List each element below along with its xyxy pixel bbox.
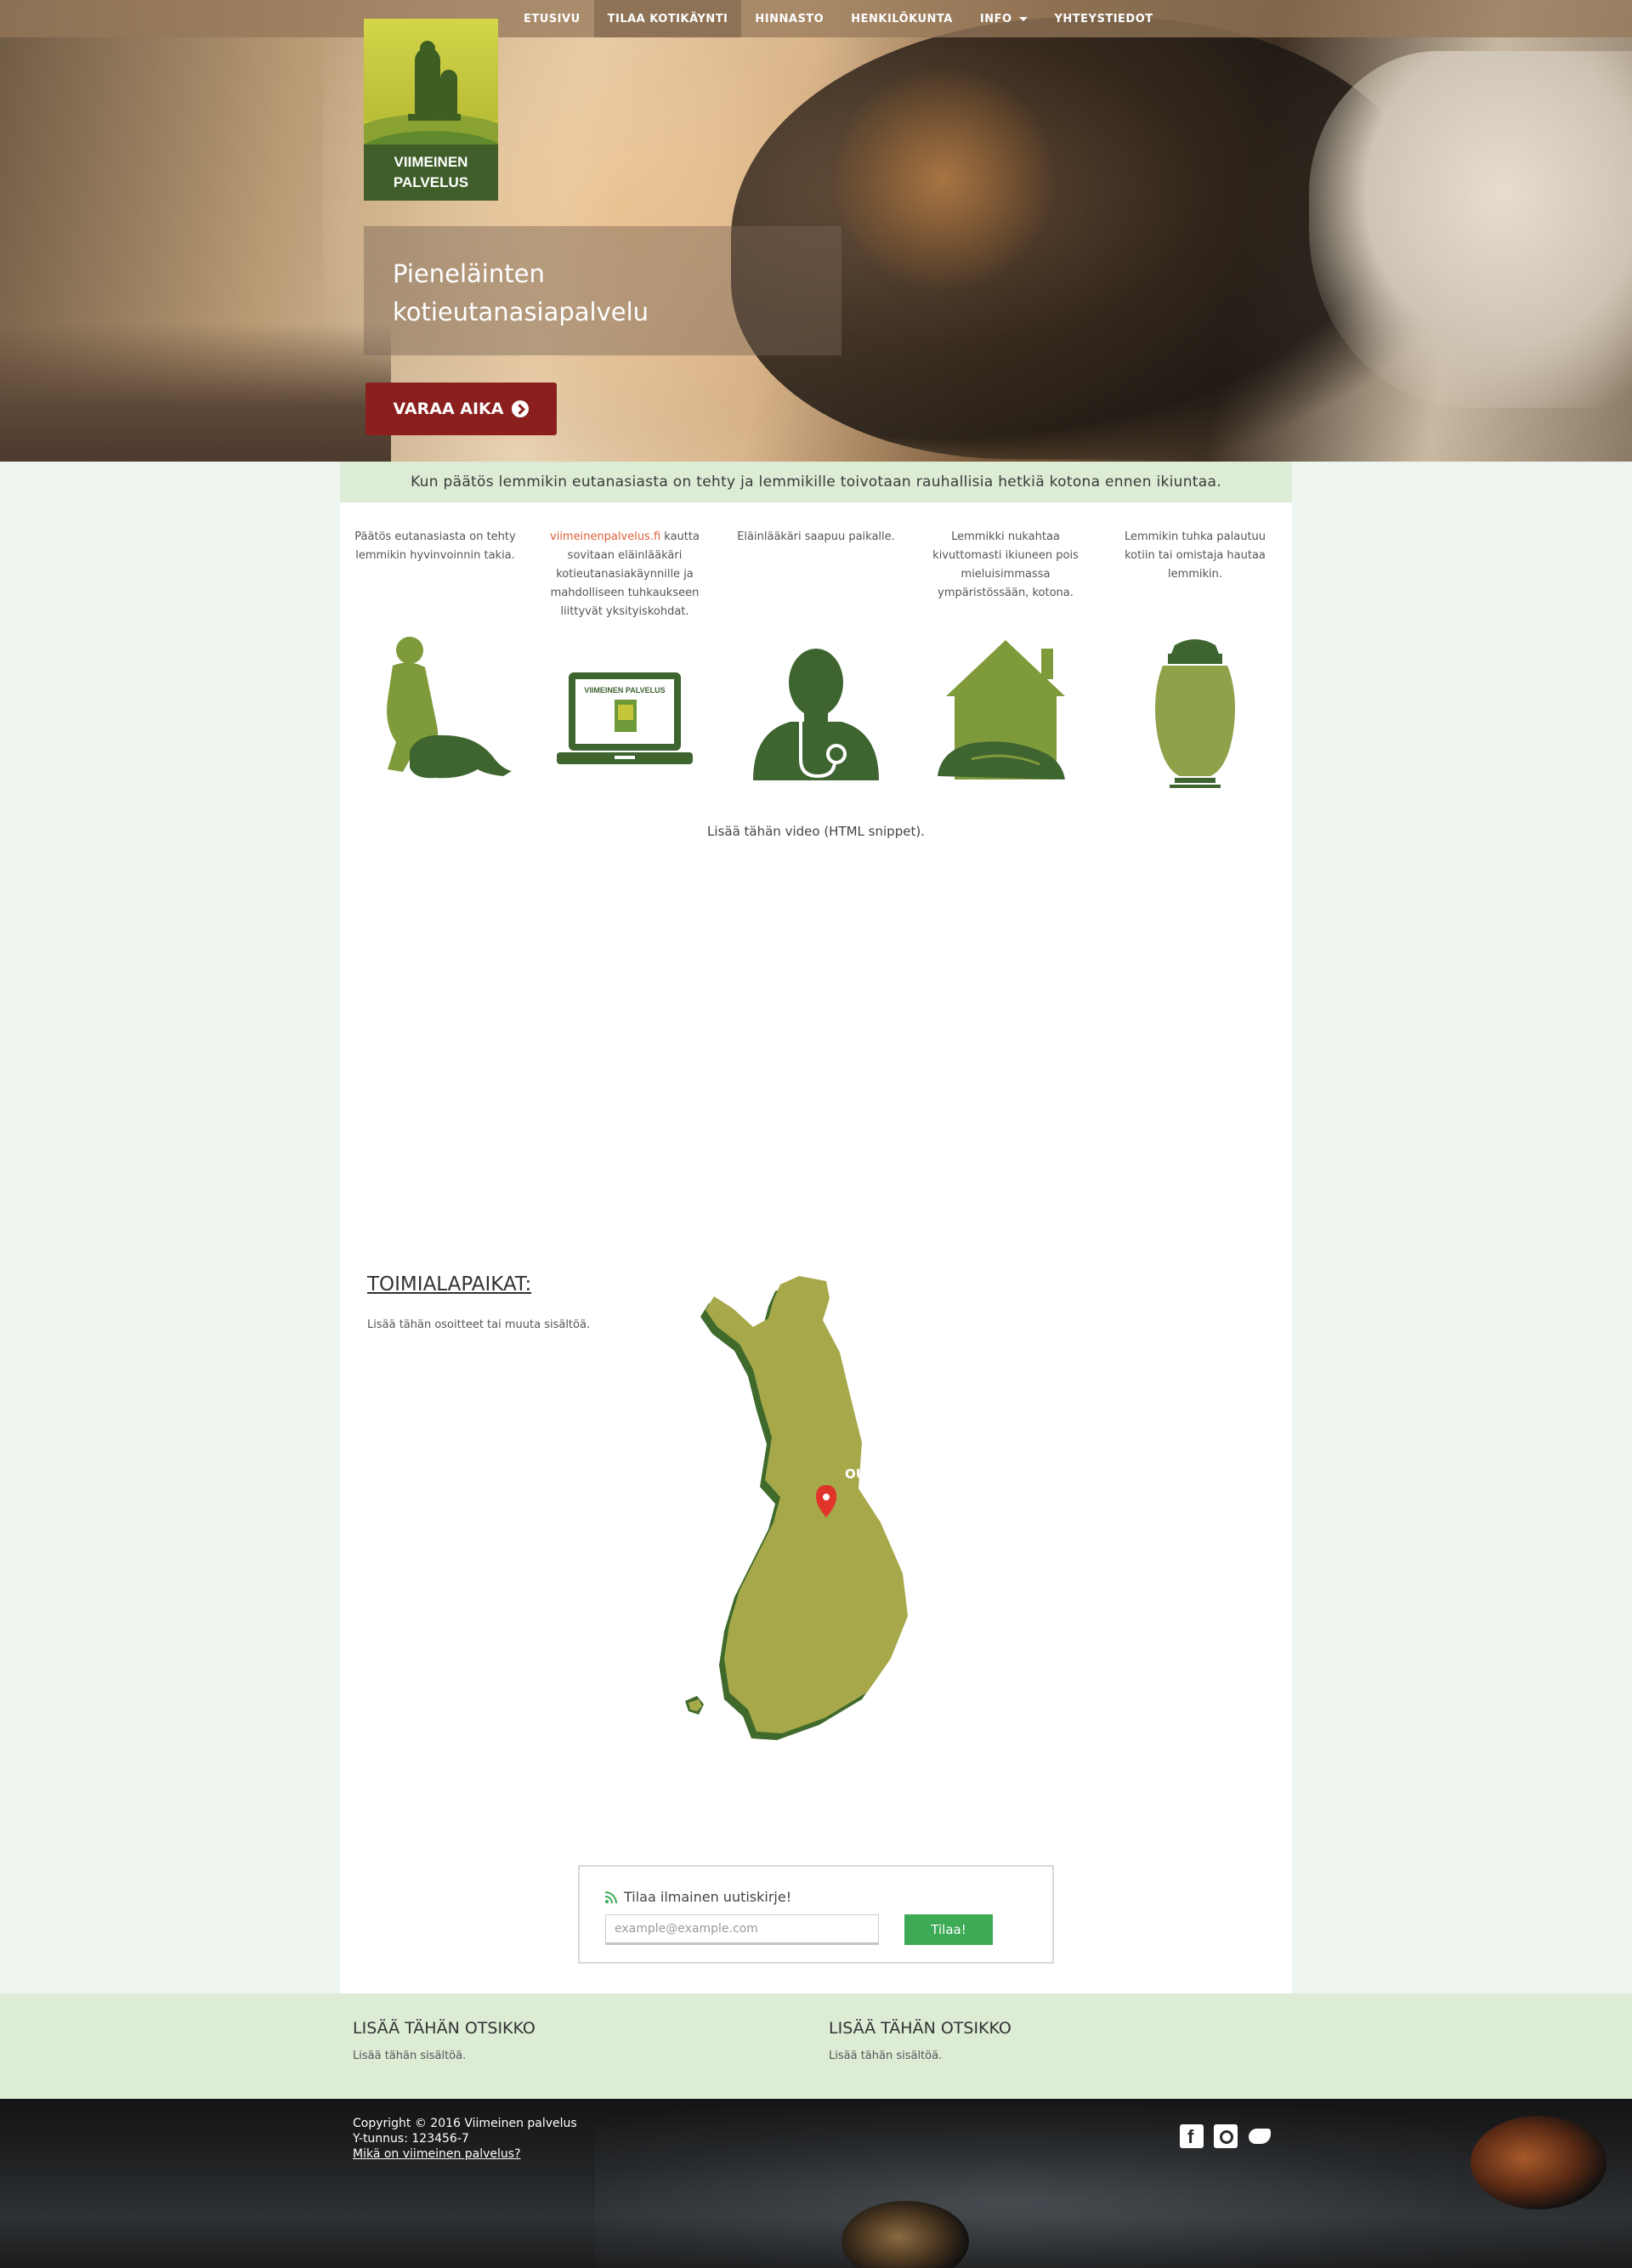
social-links	[1180, 2124, 1272, 2148]
logo-person	[415, 48, 440, 116]
hero-tagline: Pieneläinten kotieutanasiapalvelu	[393, 255, 733, 332]
newsletter-email-input[interactable]	[605, 1914, 879, 1945]
business-id: Y-tunnus: 123456-7	[353, 2132, 469, 2146]
logo-dog	[440, 70, 457, 116]
main-content: Kun päätös lemmikin eutanasiasta on teht…	[340, 462, 1292, 1993]
chevron-right-circle-icon	[512, 400, 530, 417]
map-label-oulu: OULU	[845, 1466, 885, 1482]
caret-down-icon	[1018, 16, 1028, 21]
step-5: Lemmikin tuhka palautuu kotiin tai omist…	[1110, 521, 1280, 810]
newsletter-subscribe-button[interactable]: Tilaa!	[904, 1914, 993, 1945]
hero-tagline-line1: Pieneläinten	[393, 259, 545, 288]
nav-item-yhteystiedot[interactable]: YHTEYSTIEDOT	[1041, 0, 1167, 37]
site-footer: Copyright © 2016 Viimeinen palvelus Y-tu…	[0, 2099, 1632, 2268]
locations-text: Lisää tähän osoitteet tai muuta sisältöä…	[367, 1318, 591, 1331]
footer-photo-dog-eye	[1470, 2116, 1606, 2209]
site-logo[interactable]: VIIMEINEN PALVELUS	[364, 19, 498, 201]
laptop-brand-label: VIIMEINEN PALVELUS	[584, 686, 665, 695]
twitter-icon[interactable]	[1248, 2124, 1272, 2148]
house-with-sleeping-dog-icon	[938, 640, 1065, 780]
nav-item-tilaa-kotikaynti[interactable]: TILAA KOTIKÄYNTI	[593, 0, 742, 37]
footer-columns: LISÄÄ TÄHÄN OTSIKKO Lisää tähän sisältöä…	[0, 1993, 1632, 2099]
logo-wordmark: VIIMEINEN PALVELUS	[364, 152, 498, 193]
locations-title: TOIMIALAPAIKAT:	[367, 1273, 532, 1296]
instagram-icon[interactable]	[1214, 2124, 1238, 2148]
rss-icon	[605, 1891, 617, 1903]
step-text: Lemmikki nukahtaa kivuttomasti ikiuneen …	[932, 530, 1079, 599]
laptop-icon: VIIMEINEN PALVELUS	[557, 672, 693, 764]
footer-column-2: LISÄÄ TÄHÄN OTSIKKO Lisää tähän sisältöä…	[829, 2019, 1254, 2062]
logo-line1: VIIMEINEN	[394, 154, 468, 170]
finland-map	[685, 1276, 908, 1740]
hero-tagline-line2: kotieutanasiapalvelu	[393, 298, 649, 326]
site-link[interactable]: viimeinenpalvelus.fi	[550, 530, 660, 543]
nav-item-info[interactable]: INFO	[966, 0, 1041, 37]
hero-banner: Pieneläinten kotieutanasiapalvelu VARAA …	[0, 0, 1632, 462]
hero-photo-field	[0, 323, 391, 462]
veterinarian-icon	[753, 649, 879, 780]
step-4: Lemmikki nukahtaa kivuttomasti ikiuneen …	[921, 521, 1091, 810]
about-link[interactable]: Mikä on viimeinen palvelus?	[353, 2146, 577, 2162]
video-placeholder: Lisää tähän video (HTML snippet).	[707, 824, 925, 839]
nav-item-hinnasto[interactable]: HINNASTO	[741, 0, 837, 37]
nav-item-henkilokunta[interactable]: HENKILÖKUNTA	[837, 0, 966, 37]
logo-bench	[408, 114, 461, 121]
process-steps: Päätös eutanasiasta on tehty lemmikin hy…	[340, 521, 1292, 810]
hero-photo-dog-face	[833, 68, 1054, 289]
step-text: Eläinlääkäri saapuu paikalle.	[737, 530, 895, 543]
urn-icon	[1155, 639, 1235, 788]
newsletter-heading-text: Tilaa ilmainen uutiskirje!	[624, 1889, 792, 1905]
logo-line2: PALVELUS	[393, 174, 469, 190]
facebook-icon[interactable]	[1180, 2124, 1204, 2148]
copyright-text: Copyright © 2016 Viimeinen palvelus	[353, 2117, 577, 2130]
step-1: Päätös eutanasiasta on tehty lemmikin hy…	[350, 521, 520, 810]
step-3: Eläinlääkäri saapuu paikalle.	[731, 521, 901, 810]
newsletter-heading: Tilaa ilmainen uutiskirje!	[605, 1889, 791, 1905]
person-with-dog-icon	[387, 637, 512, 779]
hero-photo-sweater	[1309, 51, 1632, 408]
step-text: Päätös eutanasiasta on tehty lemmikin hy…	[354, 530, 516, 562]
footer-photo-dog	[595, 2099, 1632, 2268]
step-text-body: kautta sovitaan eläinlääkäri kotieutanas…	[550, 530, 700, 618]
newsletter-box: Tilaa ilmainen uutiskirje! Tilaa!	[578, 1865, 1054, 1964]
book-appointment-button[interactable]: VARAA AIKA	[366, 383, 557, 435]
intro-bar: Kun päätös lemmikin eutanasiasta on teht…	[340, 462, 1292, 502]
footer-column-title: LISÄÄ TÄHÄN OTSIKKO	[353, 2019, 536, 2038]
step-text: viimeinenpalvelus.fi kautta sovitaan elä…	[540, 528, 710, 621]
footer-column-text: Lisää tähän sisältöä.	[353, 2050, 467, 2062]
main-navigation: ETUSIVU TILAA KOTIKÄYNTI HINNASTO HENKIL…	[0, 0, 1632, 37]
hero-tagline-box: Pieneläinten kotieutanasiapalvelu	[364, 226, 842, 355]
footer-column-title: LISÄÄ TÄHÄN OTSIKKO	[829, 2019, 1012, 2038]
nav-item-info-label: INFO	[979, 12, 1012, 26]
step-2: viimeinenpalvelus.fi kautta sovitaan elä…	[540, 521, 710, 810]
intro-text: Kun päätös lemmikin eutanasiasta on teht…	[411, 473, 1221, 490]
nav-item-etusivu[interactable]: ETUSIVU	[510, 0, 594, 37]
footer-column-text: Lisää tähän sisältöä.	[829, 2050, 943, 2062]
book-appointment-label: VARAA AIKA	[393, 400, 504, 418]
footer-column-1: LISÄÄ TÄHÄN OTSIKKO Lisää tähän sisältöä…	[353, 2019, 778, 2062]
step-text: Lemmikin tuhka palautuu kotiin tai omist…	[1124, 530, 1266, 581]
footer-copyright: Copyright © 2016 Viimeinen palvelus Y-tu…	[353, 2116, 577, 2162]
